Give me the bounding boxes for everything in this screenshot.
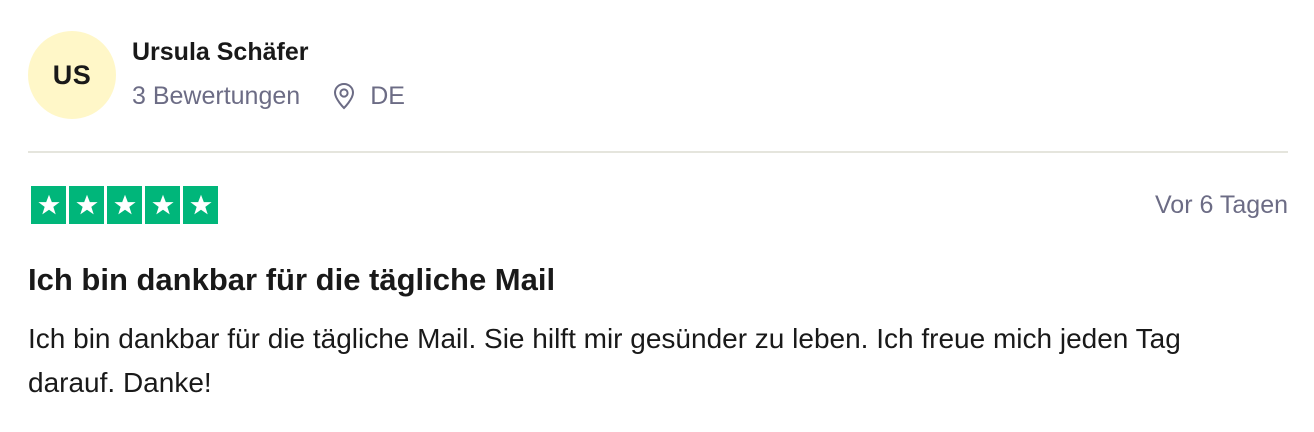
divider (28, 151, 1288, 153)
reviewer-meta: 3 Bewertungen DE (132, 81, 405, 111)
star-icon (183, 186, 218, 224)
star-icon (145, 186, 180, 224)
review-card: US Ursula Schäfer 3 Bewertungen DE Vor 6… (28, 0, 1288, 432)
reviewer-country: DE (370, 82, 405, 110)
map-pin-icon (332, 82, 356, 110)
star-icon (31, 186, 66, 224)
reviewer-name[interactable]: Ursula Schäfer (132, 37, 405, 67)
star-icon (107, 186, 142, 224)
review-count: 3 Bewertungen (132, 82, 301, 110)
star-icon (69, 186, 104, 224)
avatar-initials: US (52, 59, 92, 90)
reviewer-header: US Ursula Schäfer 3 Bewertungen DE (28, 31, 405, 119)
review-date: Vor 6 Tagen (1155, 191, 1288, 219)
star-rating (31, 186, 218, 224)
reviewer-info: Ursula Schäfer 3 Bewertungen DE (132, 31, 405, 111)
review-body: Ich bin dankbar für die tägliche Mail. S… (28, 323, 1181, 398)
reviewer-location: DE (332, 81, 405, 111)
review-title[interactable]: Ich bin dankbar für die tägliche Mail (28, 261, 555, 299)
avatar[interactable]: US (28, 31, 116, 119)
